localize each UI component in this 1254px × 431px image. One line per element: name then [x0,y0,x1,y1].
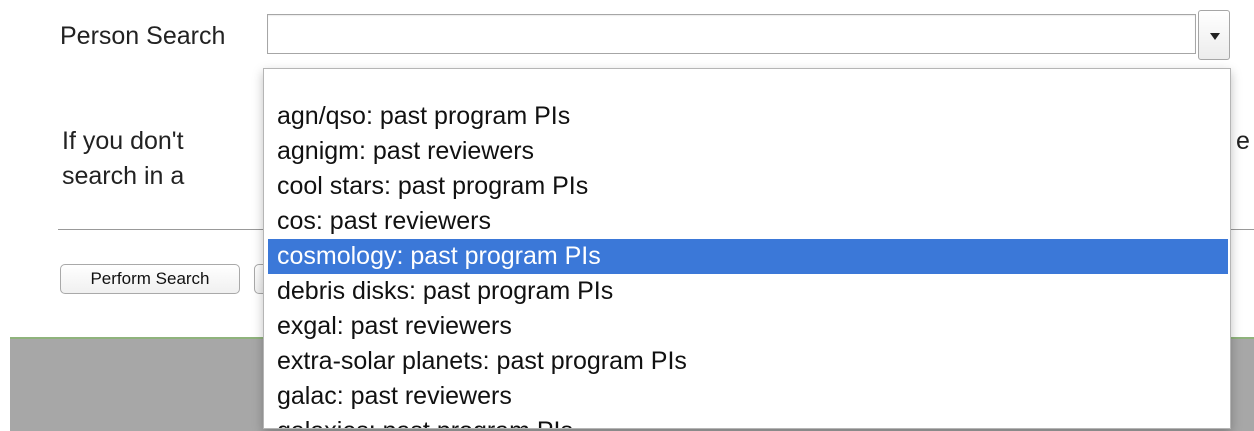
person-search-dropdown-list[interactable]: agn/qso: past program PIs agnigm: past r… [263,68,1231,429]
help-text-line-1-tail: e [1236,127,1250,155]
dropdown-option-agn-qso[interactable]: agn/qso: past program PIs [268,99,1228,134]
dropdown-option-agnigm[interactable]: agnigm: past reviewers [268,134,1228,169]
chevron-down-icon [1210,33,1220,40]
person-search-label: Person Search [60,22,226,50]
help-text-line-1: If you don't [62,127,184,155]
dropdown-option-extra-solar-planets[interactable]: extra-solar planets: past program PIs [268,344,1228,379]
help-text-line-2: search in a [62,162,185,190]
dropdown-option-cosmology[interactable]: cosmology: past program PIs [268,239,1228,274]
dropdown-option-galaxies[interactable]: galaxies: past program PIs [268,414,1228,428]
dropdown-option-cos[interactable]: cos: past reviewers [268,204,1228,239]
dropdown-option-cool-stars[interactable]: cool stars: past program PIs [268,169,1228,204]
perform-search-button[interactable]: Perform Search [60,264,240,294]
person-search-select[interactable] [267,14,1196,54]
dropdown-option-exgal[interactable]: exgal: past reviewers [268,309,1228,344]
dropdown-option-galac[interactable]: galac: past reviewers [268,379,1228,414]
dropdown-option-debris-disks[interactable]: debris disks: past program PIs [268,274,1228,309]
person-search-dropdown-button[interactable] [1198,10,1230,60]
